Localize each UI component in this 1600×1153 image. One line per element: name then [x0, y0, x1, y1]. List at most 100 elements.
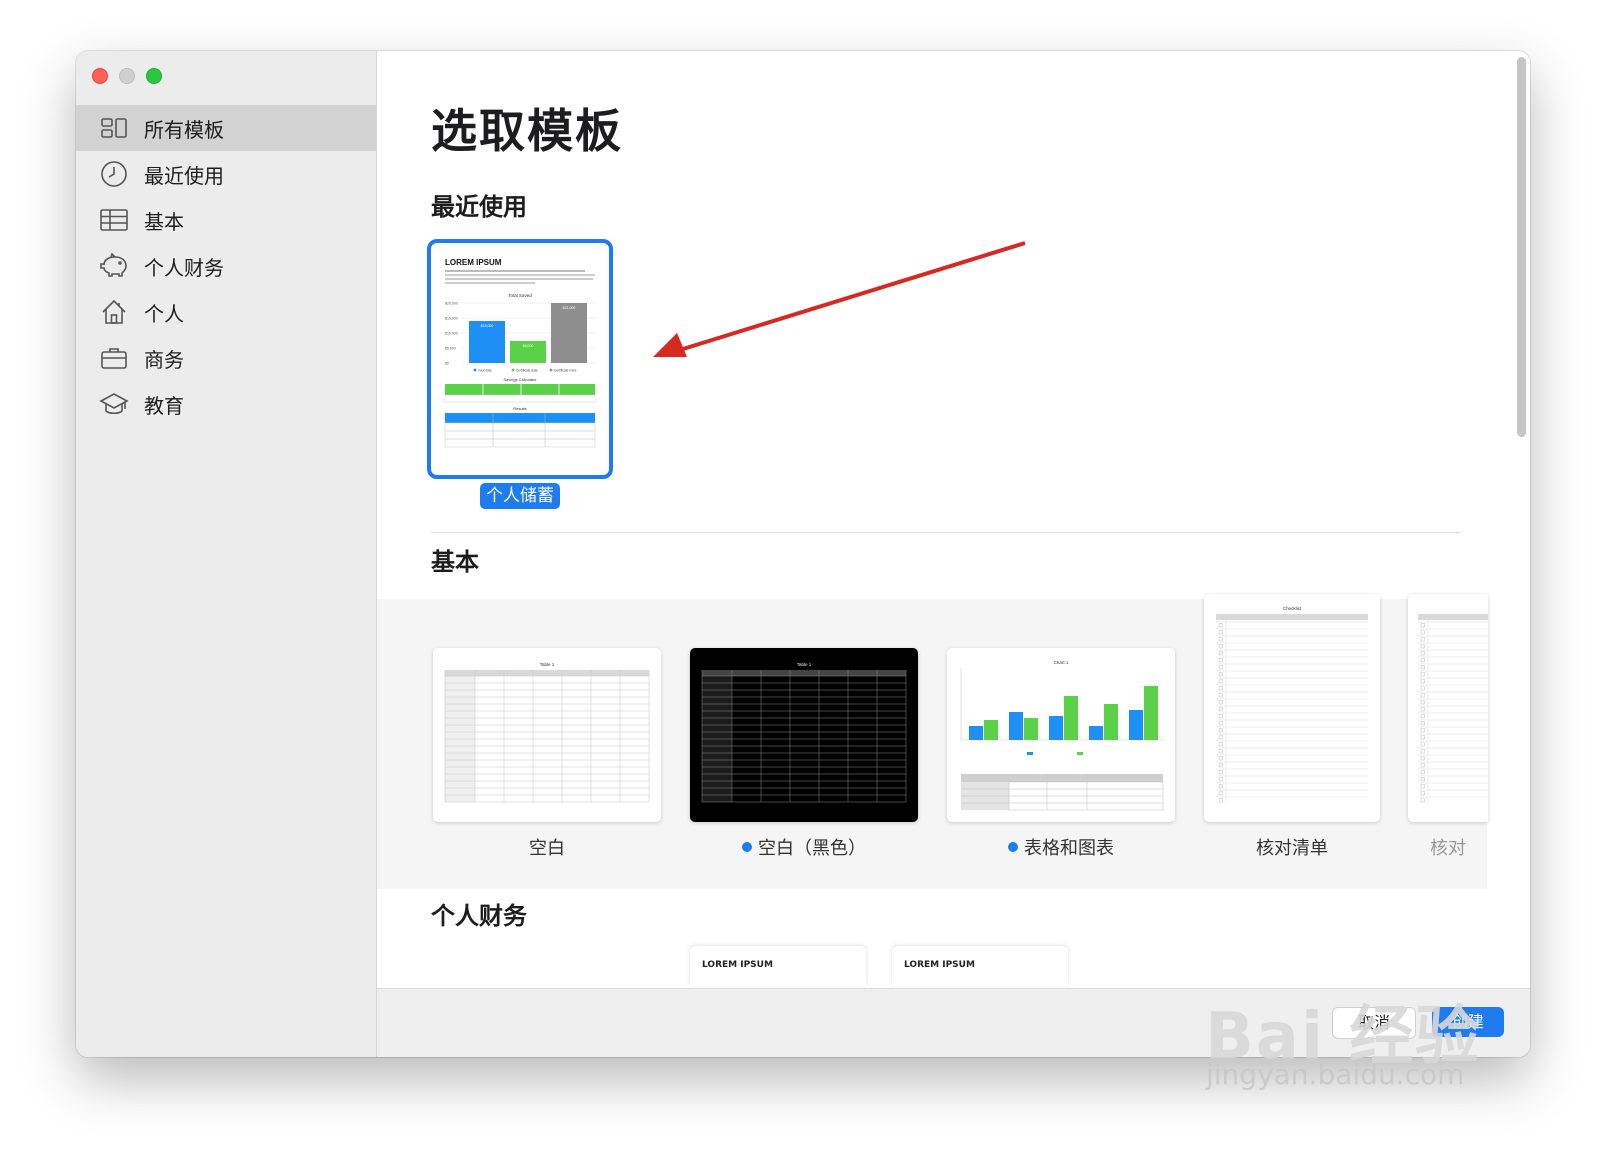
- clock-icon: [98, 158, 130, 190]
- legend-swatch: [1077, 752, 1083, 755]
- window-controls: [92, 68, 162, 84]
- sidebar-item-label: 所有模板: [144, 117, 224, 142]
- checkbox: [1218, 770, 1223, 775]
- page-title: 选取模板: [431, 104, 623, 158]
- legend-swatch: [473, 368, 477, 372]
- checkbox: [1420, 700, 1425, 705]
- sidebar-item-label: 个人财务: [144, 255, 224, 280]
- template-checklist-partial[interactable]: [1408, 594, 1488, 822]
- bar-label: $21,000: [563, 306, 576, 310]
- sidebar-item-all-templates[interactable]: 所有模板: [76, 105, 376, 151]
- house-icon: [98, 296, 130, 328]
- checklist-rows: [1418, 614, 1488, 804]
- sidebar-item-personal[interactable]: 个人: [76, 289, 376, 335]
- thumb-checklist-title: Checklist: [1283, 606, 1302, 611]
- grid-icon: [98, 112, 130, 144]
- template-thumbnail-blank: Table 1: [444, 662, 650, 803]
- template-charts-and-tables[interactable]: Chart 1: [947, 648, 1175, 822]
- checkbox: [1218, 763, 1223, 768]
- sidebar-item-label: 商务: [144, 347, 184, 372]
- sidebar-item-personal-finance[interactable]: 个人财务: [76, 243, 376, 289]
- checkbox: [1218, 651, 1223, 656]
- template-personal-savings[interactable]: LOREM IPSUM Total Saved $20,000 $15,000 $1…: [427, 239, 613, 479]
- legend-swatch: [549, 368, 553, 372]
- checkbox: [1420, 707, 1425, 712]
- checkbox: [1420, 763, 1425, 768]
- checkbox: [1218, 707, 1223, 712]
- bar: [1049, 716, 1063, 740]
- sidebar: 所有模板 最近使用 基本 个人财务 个人 商务 教育: [76, 51, 377, 1057]
- bar: [969, 726, 983, 740]
- checkbox: [1420, 637, 1425, 642]
- checkbox: [1218, 700, 1223, 705]
- template-thumbnail-charts: Chart 1: [960, 660, 1165, 811]
- y-tick-label: $20,000: [445, 302, 458, 306]
- template-thumbnail-blank-black: Table 1: [701, 662, 907, 803]
- template-thumbnail-savings: LOREM IPSUM Total Saved $20,000 $15,000 $1…: [444, 258, 597, 448]
- thumb-chart-title: Chart 1: [1054, 660, 1069, 665]
- checkbox: [1420, 665, 1425, 670]
- section-heading-basic: 基本: [431, 548, 479, 576]
- checkbox: [1420, 721, 1425, 726]
- template-blank-black[interactable]: Table 1: [690, 648, 918, 822]
- template-label-personal-savings[interactable]: 个人储蓄: [480, 483, 560, 509]
- template-personal-finance-2[interactable]: LOREM IPSUM: [892, 946, 1068, 986]
- checkbox: [1420, 714, 1425, 719]
- template-blank[interactable]: Table 1: [433, 648, 661, 822]
- checkbox: [1218, 644, 1223, 649]
- checkbox: [1218, 665, 1223, 670]
- checkbox: [1218, 798, 1223, 803]
- new-template-dot: [742, 842, 752, 852]
- template-checklist[interactable]: Checklist: [1204, 594, 1380, 822]
- bar-label: $6,000: [523, 344, 534, 348]
- minimize-window-button[interactable]: [119, 68, 135, 84]
- sidebar-item-education[interactable]: 教育: [76, 381, 376, 427]
- sidebar-item-recent[interactable]: 最近使用: [76, 151, 376, 197]
- checkbox: [1218, 679, 1223, 684]
- checkbox: [1218, 735, 1223, 740]
- template-personal-finance-1[interactable]: LOREM IPSUM: [690, 946, 866, 986]
- table-grid: [444, 670, 650, 803]
- checkbox: [1218, 714, 1223, 719]
- vertical-scrollbar[interactable]: [1517, 57, 1526, 437]
- maximize-window-button[interactable]: [146, 68, 162, 84]
- red-arrow-annotation: [653, 241, 1026, 357]
- legend-label: Your data: [478, 368, 492, 372]
- pf-card-title: LOREM IPSUM: [904, 960, 975, 970]
- bar: [1144, 686, 1158, 740]
- template-label-checklist[interactable]: 核对清单: [1204, 834, 1380, 860]
- checkbox: [1218, 672, 1223, 677]
- template-label-charts-and-tables[interactable]: 表格和图表: [947, 834, 1175, 860]
- sidebar-item-basic[interactable]: 基本: [76, 197, 376, 243]
- graduation-cap-icon: [98, 388, 130, 420]
- savings-chart: $20,000 $15,000 $10,000 $5,000 $0 $15,000 $6,0…: [445, 302, 597, 372]
- y-tick-label: $5,000: [445, 347, 456, 351]
- thumb-table-title: Table 1: [540, 662, 555, 667]
- sidebar-item-label: 教育: [144, 393, 184, 418]
- checkbox: [1218, 630, 1223, 635]
- template-label-blank-black[interactable]: 空白（黑色）: [690, 834, 918, 860]
- checkbox: [1420, 693, 1425, 698]
- bar: [551, 303, 587, 363]
- bar-label: $15,000: [481, 324, 494, 328]
- checkbox: [1420, 623, 1425, 628]
- sidebar-item-business[interactable]: 商务: [76, 335, 376, 381]
- template-label-checklist-partial[interactable]: 核对: [1408, 834, 1488, 860]
- close-window-button[interactable]: [92, 68, 108, 84]
- checkbox: [1420, 630, 1425, 635]
- checkbox: [1420, 777, 1425, 782]
- bar: [1009, 712, 1023, 740]
- bar: [1064, 696, 1078, 740]
- checkbox: [1420, 672, 1425, 677]
- checkbox: [1218, 749, 1223, 754]
- checkbox: [1420, 679, 1425, 684]
- legend-swatch: [511, 368, 515, 372]
- piggy-bank-icon: [98, 250, 130, 282]
- checkbox: [1218, 637, 1223, 642]
- checkbox: [1218, 686, 1223, 691]
- checkbox: [1218, 742, 1223, 747]
- bar: [1129, 710, 1143, 740]
- checkbox: [1218, 777, 1223, 782]
- bar: [984, 720, 998, 740]
- template-label-blank[interactable]: 空白: [433, 834, 661, 860]
